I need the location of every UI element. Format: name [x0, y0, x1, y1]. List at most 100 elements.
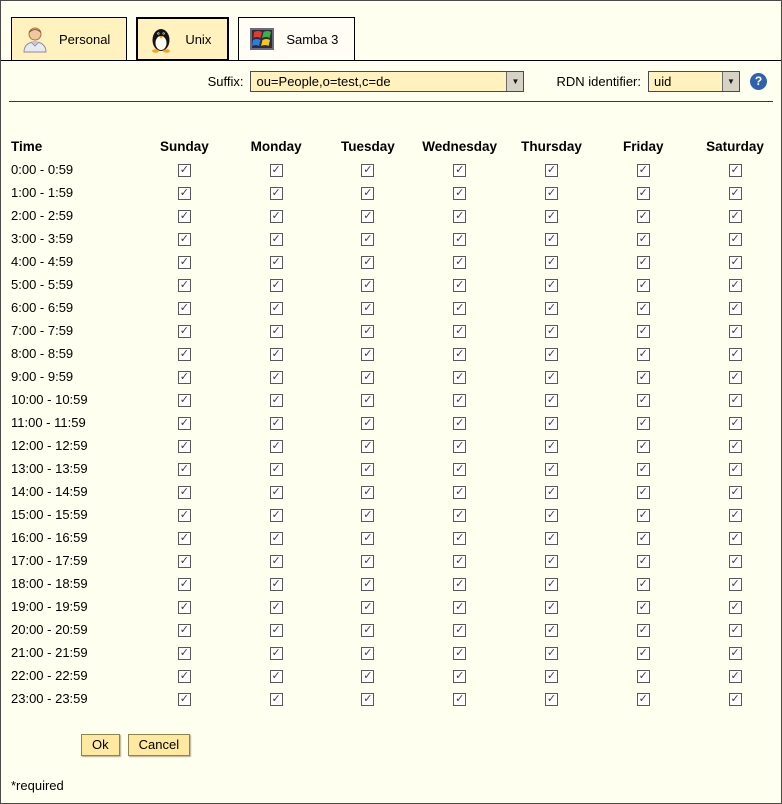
- hour-checkbox[interactable]: ✓: [361, 693, 374, 706]
- hour-checkbox[interactable]: ✓: [545, 371, 558, 384]
- hour-checkbox[interactable]: ✓: [178, 670, 191, 683]
- hour-checkbox[interactable]: ✓: [361, 279, 374, 292]
- hour-checkbox[interactable]: ✓: [453, 555, 466, 568]
- hour-checkbox[interactable]: ✓: [637, 417, 650, 430]
- hour-checkbox[interactable]: ✓: [729, 624, 742, 637]
- hour-checkbox[interactable]: ✓: [178, 555, 191, 568]
- hour-checkbox[interactable]: ✓: [637, 555, 650, 568]
- hour-checkbox[interactable]: ✓: [545, 187, 558, 200]
- hour-checkbox[interactable]: ✓: [361, 624, 374, 637]
- hour-checkbox[interactable]: ✓: [729, 348, 742, 361]
- hour-checkbox[interactable]: ✓: [453, 302, 466, 315]
- hour-checkbox[interactable]: ✓: [178, 210, 191, 223]
- hour-checkbox[interactable]: ✓: [729, 417, 742, 430]
- hour-checkbox[interactable]: ✓: [361, 440, 374, 453]
- hour-checkbox[interactable]: ✓: [545, 509, 558, 522]
- hour-checkbox[interactable]: ✓: [637, 486, 650, 499]
- hour-checkbox[interactable]: ✓: [270, 371, 283, 384]
- tab-personal[interactable]: Personal: [11, 17, 127, 61]
- hour-checkbox[interactable]: ✓: [453, 325, 466, 338]
- hour-checkbox[interactable]: ✓: [178, 509, 191, 522]
- hour-checkbox[interactable]: ✓: [545, 624, 558, 637]
- hour-checkbox[interactable]: ✓: [637, 601, 650, 614]
- hour-checkbox[interactable]: ✓: [729, 555, 742, 568]
- hour-checkbox[interactable]: ✓: [270, 532, 283, 545]
- hour-checkbox[interactable]: ✓: [545, 233, 558, 246]
- hour-checkbox[interactable]: ✓: [270, 670, 283, 683]
- hour-checkbox[interactable]: ✓: [545, 647, 558, 660]
- hour-checkbox[interactable]: ✓: [270, 233, 283, 246]
- hour-checkbox[interactable]: ✓: [637, 187, 650, 200]
- hour-checkbox[interactable]: ✓: [637, 279, 650, 292]
- tab-samba3[interactable]: Samba 3: [238, 17, 355, 61]
- hour-checkbox[interactable]: ✓: [361, 325, 374, 338]
- hour-checkbox[interactable]: ✓: [453, 463, 466, 476]
- hour-checkbox[interactable]: ✓: [545, 302, 558, 315]
- hour-checkbox[interactable]: ✓: [361, 371, 374, 384]
- hour-checkbox[interactable]: ✓: [729, 187, 742, 200]
- hour-checkbox[interactable]: ✓: [178, 394, 191, 407]
- hour-checkbox[interactable]: ✓: [545, 601, 558, 614]
- hour-checkbox[interactable]: ✓: [637, 647, 650, 660]
- hour-checkbox[interactable]: ✓: [178, 532, 191, 545]
- hour-checkbox[interactable]: ✓: [361, 210, 374, 223]
- hour-checkbox[interactable]: ✓: [178, 187, 191, 200]
- hour-checkbox[interactable]: ✓: [545, 463, 558, 476]
- hour-checkbox[interactable]: ✓: [453, 486, 466, 499]
- hour-checkbox[interactable]: ✓: [361, 555, 374, 568]
- hour-checkbox[interactable]: ✓: [270, 578, 283, 591]
- hour-checkbox[interactable]: ✓: [453, 647, 466, 660]
- hour-checkbox[interactable]: ✓: [729, 371, 742, 384]
- hour-checkbox[interactable]: ✓: [178, 463, 191, 476]
- hour-checkbox[interactable]: ✓: [178, 325, 191, 338]
- hour-checkbox[interactable]: ✓: [729, 509, 742, 522]
- hour-checkbox[interactable]: ✓: [545, 578, 558, 591]
- hour-checkbox[interactable]: ✓: [637, 233, 650, 246]
- hour-checkbox[interactable]: ✓: [453, 601, 466, 614]
- hour-checkbox[interactable]: ✓: [637, 440, 650, 453]
- hour-checkbox[interactable]: ✓: [545, 693, 558, 706]
- hour-checkbox[interactable]: ✓: [545, 164, 558, 177]
- hour-checkbox[interactable]: ✓: [637, 693, 650, 706]
- hour-checkbox[interactable]: ✓: [178, 624, 191, 637]
- hour-checkbox[interactable]: ✓: [361, 164, 374, 177]
- hour-checkbox[interactable]: ✓: [270, 440, 283, 453]
- hour-checkbox[interactable]: ✓: [178, 578, 191, 591]
- hour-checkbox[interactable]: ✓: [178, 486, 191, 499]
- hour-checkbox[interactable]: ✓: [361, 302, 374, 315]
- hour-checkbox[interactable]: ✓: [178, 348, 191, 361]
- hour-checkbox[interactable]: ✓: [545, 670, 558, 683]
- hour-checkbox[interactable]: ✓: [270, 601, 283, 614]
- hour-checkbox[interactable]: ✓: [270, 210, 283, 223]
- hour-checkbox[interactable]: ✓: [545, 417, 558, 430]
- hour-checkbox[interactable]: ✓: [178, 371, 191, 384]
- hour-checkbox[interactable]: ✓: [729, 440, 742, 453]
- hour-checkbox[interactable]: ✓: [453, 210, 466, 223]
- hour-checkbox[interactable]: ✓: [361, 486, 374, 499]
- hour-checkbox[interactable]: ✓: [545, 348, 558, 361]
- hour-checkbox[interactable]: ✓: [637, 624, 650, 637]
- hour-checkbox[interactable]: ✓: [270, 279, 283, 292]
- hour-checkbox[interactable]: ✓: [178, 164, 191, 177]
- hour-checkbox[interactable]: ✓: [270, 302, 283, 315]
- hour-checkbox[interactable]: ✓: [361, 233, 374, 246]
- hour-checkbox[interactable]: ✓: [729, 578, 742, 591]
- hour-checkbox[interactable]: ✓: [729, 647, 742, 660]
- hour-checkbox[interactable]: ✓: [361, 532, 374, 545]
- hour-checkbox[interactable]: ✓: [545, 325, 558, 338]
- hour-checkbox[interactable]: ✓: [637, 348, 650, 361]
- hour-checkbox[interactable]: ✓: [361, 647, 374, 660]
- hour-checkbox[interactable]: ✓: [453, 417, 466, 430]
- hour-checkbox[interactable]: ✓: [361, 509, 374, 522]
- hour-checkbox[interactable]: ✓: [453, 233, 466, 246]
- hour-checkbox[interactable]: ✓: [178, 302, 191, 315]
- hour-checkbox[interactable]: ✓: [361, 417, 374, 430]
- hour-checkbox[interactable]: ✓: [178, 279, 191, 292]
- hour-checkbox[interactable]: ✓: [637, 463, 650, 476]
- hour-checkbox[interactable]: ✓: [729, 601, 742, 614]
- hour-checkbox[interactable]: ✓: [545, 532, 558, 545]
- hour-checkbox[interactable]: ✓: [453, 279, 466, 292]
- hour-checkbox[interactable]: ✓: [729, 325, 742, 338]
- hour-checkbox[interactable]: ✓: [453, 578, 466, 591]
- hour-checkbox[interactable]: ✓: [270, 647, 283, 660]
